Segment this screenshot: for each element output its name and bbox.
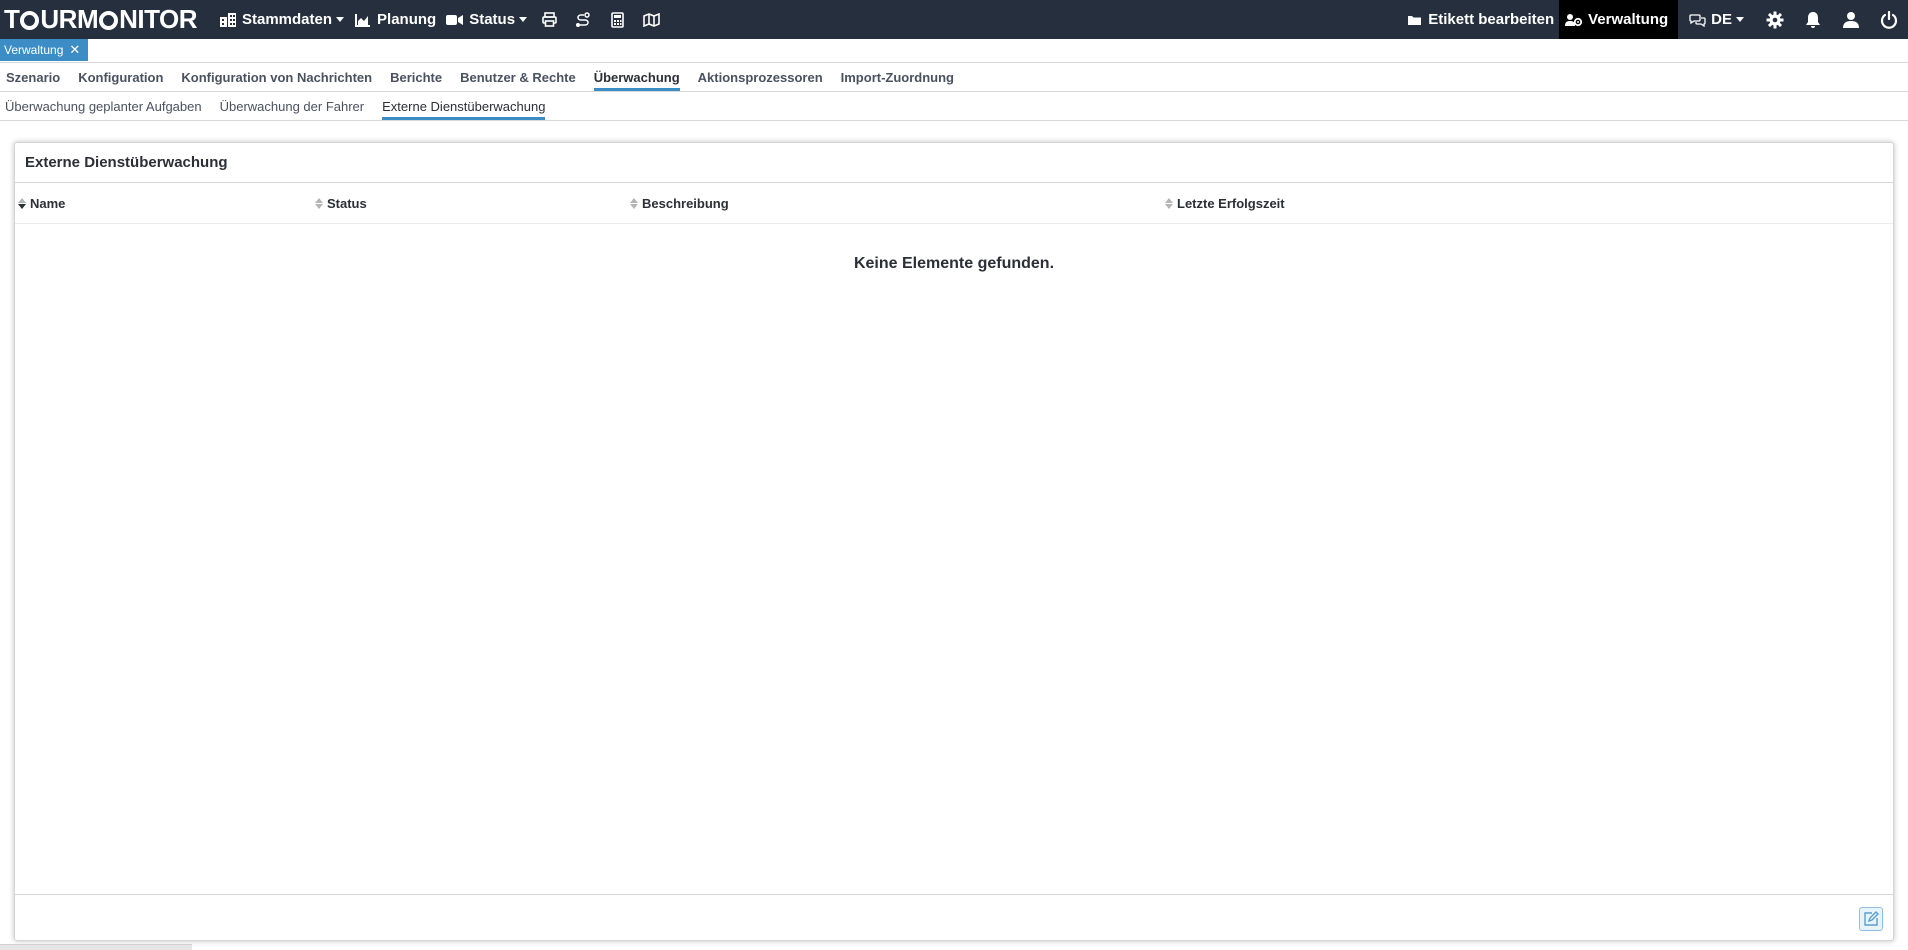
status-menu[interactable]: Status — [441, 0, 532, 39]
sort-icon — [630, 198, 638, 209]
tourmonitor-logo[interactable]: T URM NITOR — [0, 4, 214, 35]
menu-konfiguration-nachrichten[interactable]: Konfiguration von Nachrichten — [172, 63, 381, 91]
column-label: Name — [30, 196, 66, 211]
building-icon — [219, 11, 237, 29]
logo-o-ring — [99, 11, 119, 30]
logo-o-ring — [20, 11, 40, 30]
menu-ueberwachung[interactable]: Überwachung — [585, 63, 689, 91]
column-header-beschreibung[interactable]: Beschreibung — [630, 183, 729, 224]
verwaltung-tab-label: Verwaltung — [4, 43, 64, 57]
column-header-name[interactable]: Name — [18, 183, 65, 224]
menu-aktionsprozessoren[interactable]: Aktionsprozessoren — [689, 63, 832, 91]
logo-text-part: NITOR — [119, 4, 198, 34]
logo-text-part: T — [4, 4, 20, 34]
stammdaten-menu[interactable]: Stammdaten — [214, 0, 349, 39]
planung-menu[interactable]: Planung — [349, 0, 441, 39]
edit-icon — [1864, 911, 1879, 926]
language-menu[interactable]: DE — [1678, 0, 1756, 39]
submenu-externe-dienste[interactable]: Externe Dienstüberwachung — [373, 92, 554, 120]
caret-down-icon — [1736, 17, 1744, 22]
power-icon[interactable] — [1870, 0, 1908, 39]
gear-icon[interactable] — [1756, 0, 1794, 39]
panel-footer — [15, 894, 1893, 940]
edit-button[interactable] — [1859, 907, 1883, 931]
submenu-fahrer[interactable]: Überwachung der Fahrer — [211, 92, 374, 120]
etikett-label: Etikett bearbeiten — [1428, 11, 1555, 28]
route-icon[interactable] — [566, 0, 600, 39]
menu-berichte[interactable]: Berichte — [381, 63, 451, 91]
folder-icon — [1405, 11, 1423, 29]
verwaltung-label: Verwaltung — [1588, 11, 1669, 28]
monitoring-submenu: Überwachung geplanter Aufgaben Überwachu… — [0, 92, 1908, 121]
video-camera-icon — [446, 11, 464, 29]
status-bar — [0, 944, 192, 950]
verwaltung-tab[interactable]: Verwaltung ✕ — [0, 39, 89, 61]
open-tabs-bar: Verwaltung ✕ — [0, 39, 1908, 63]
column-label: Status — [327, 196, 367, 211]
submenu-geplante-aufgaben[interactable]: Überwachung geplanter Aufgaben — [0, 92, 211, 120]
user-icon[interactable] — [1832, 0, 1870, 39]
menu-konfiguration[interactable]: Konfiguration — [69, 63, 172, 91]
map-icon[interactable] — [634, 0, 668, 39]
admin-main-menu: Szenario Konfiguration Konfiguration von… — [0, 63, 1908, 92]
status-label: Status — [469, 11, 516, 28]
close-icon[interactable]: ✕ — [69, 42, 80, 58]
externe-dienste-panel: Externe Dienstüberwachung Name Status Be… — [14, 142, 1894, 941]
column-label: Beschreibung — [642, 196, 729, 211]
menu-import-zuordnung[interactable]: Import-Zuordnung — [832, 63, 963, 91]
caret-down-icon — [519, 17, 528, 22]
column-header-letzte-erfolgszeit[interactable]: Letzte Erfolgszeit — [1165, 183, 1285, 224]
column-header-status[interactable]: Status — [315, 183, 367, 224]
print-icon[interactable] — [532, 0, 566, 39]
logo-text-part: URM — [40, 4, 99, 34]
area-chart-icon — [354, 11, 372, 29]
sort-icon — [315, 198, 323, 209]
empty-table-message: Keine Elemente gefunden. — [853, 255, 1055, 272]
panel-title: Externe Dienstüberwachung — [15, 143, 1893, 183]
table-header: Name Status Beschreibung Letzte Erfolgsz… — [15, 183, 1893, 224]
top-navbar: T URM NITOR Stammdaten Planung Status Et… — [0, 0, 1908, 39]
menu-szenario[interactable]: Szenario — [0, 63, 69, 91]
sort-icon — [18, 198, 26, 209]
comments-icon — [1688, 11, 1706, 29]
caret-down-icon — [336, 17, 345, 22]
sort-icon — [1165, 198, 1173, 209]
planung-label: Planung — [377, 11, 437, 28]
bell-icon[interactable] — [1794, 0, 1832, 39]
menu-benutzer-rechte[interactable]: Benutzer & Rechte — [451, 63, 585, 91]
language-label: DE — [1711, 11, 1732, 28]
calculator-icon[interactable] — [600, 0, 634, 39]
users-cog-icon — [1565, 11, 1583, 29]
etikett-bearbeiten-button[interactable]: Etikett bearbeiten — [1400, 0, 1559, 39]
stammdaten-label: Stammdaten — [242, 11, 333, 28]
verwaltung-nav-button[interactable]: Verwaltung — [1559, 0, 1679, 39]
column-label: Letzte Erfolgszeit — [1177, 196, 1285, 211]
